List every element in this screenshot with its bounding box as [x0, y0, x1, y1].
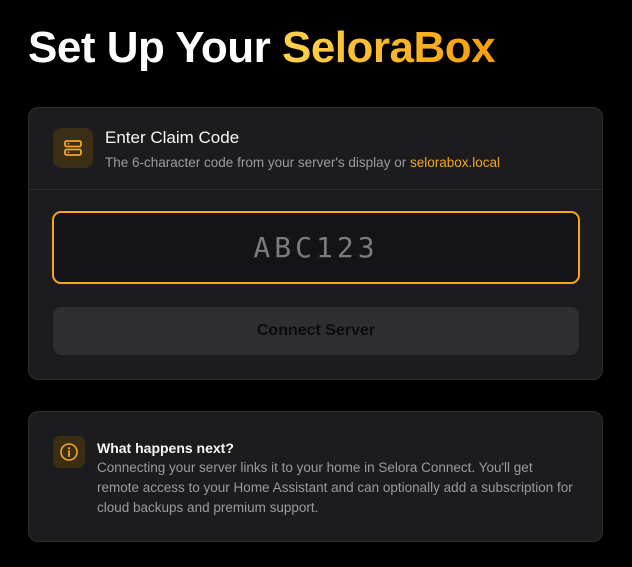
claim-card-subtitle: The 6-character code from your server's … — [105, 154, 500, 172]
title-prefix: Set Up Your — [28, 23, 282, 72]
info-title: What happens next? — [97, 440, 234, 456]
page-title: Set Up Your SeloraBox — [28, 22, 496, 74]
info-icon — [53, 436, 85, 468]
setup-page: Set Up Your SeloraBox Enter Claim Code T… — [0, 0, 632, 567]
claim-code-card: Enter Claim Code The 6-character code fr… — [28, 107, 603, 380]
info-card: What happens next? Connecting your serve… — [28, 411, 603, 542]
title-brand: SeloraBox — [281, 23, 496, 72]
claim-subtitle-text: The 6-character code from your server's … — [105, 155, 410, 170]
info-body: Connecting your server links it to your … — [97, 460, 573, 515]
server-icon — [53, 128, 93, 168]
claim-card-header: Enter Claim Code The 6-character code fr… — [29, 108, 602, 190]
connect-server-button[interactable]: Connect Server — [53, 307, 579, 355]
claim-card-title: Enter Claim Code — [105, 128, 240, 147]
selorabox-local-link[interactable]: selorabox.local — [410, 155, 500, 170]
claim-code-input[interactable] — [52, 211, 580, 284]
